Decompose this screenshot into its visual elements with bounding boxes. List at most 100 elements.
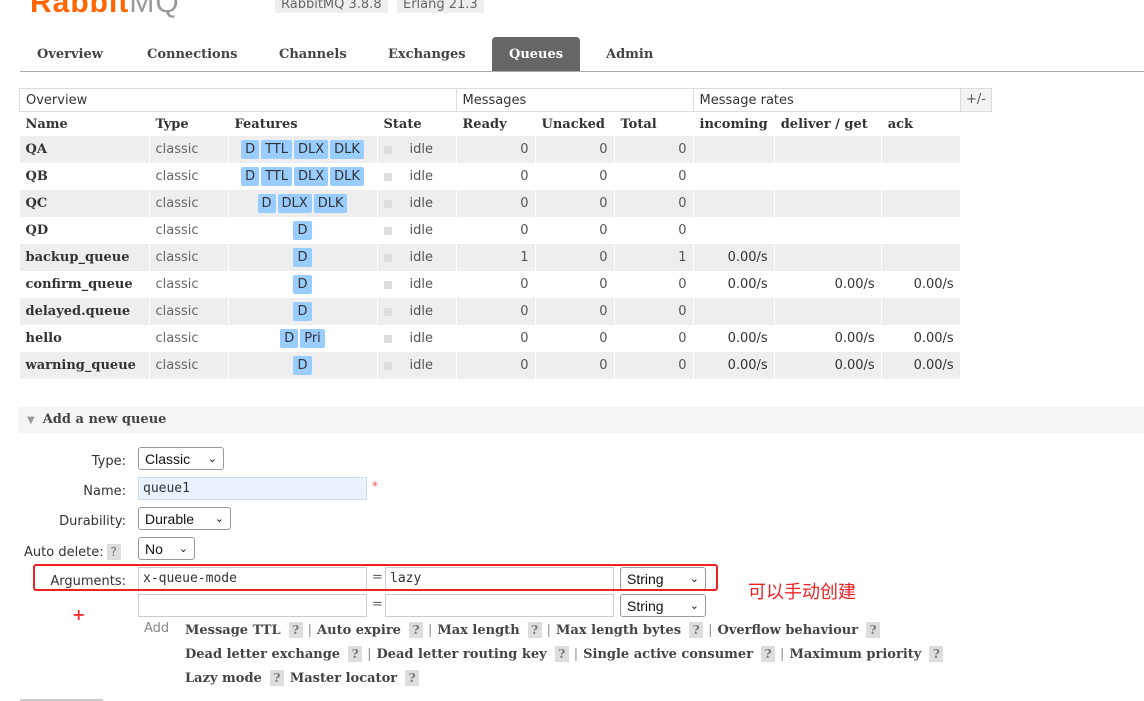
queue-name-link[interactable]: QC <box>19 190 150 217</box>
ack-rate: 0.00/s <box>881 271 961 298</box>
ready-count: 0 <box>456 352 536 379</box>
table-row[interactable]: QA classic D TTL DLX DLK idle 0 0 0 <box>19 136 961 163</box>
erlang-version: Erlang 21.3 <box>397 0 484 13</box>
incoming-rate <box>693 163 775 190</box>
help-icon[interactable]: ? <box>348 646 363 662</box>
highlight-box <box>33 564 718 591</box>
unacked-count: 0 <box>535 325 615 352</box>
quick-arg-link[interactable]: Overflow behaviour <box>718 623 859 638</box>
quick-arg-link[interactable]: Single active consumer <box>583 647 753 662</box>
help-icon[interactable]: ? <box>689 622 704 638</box>
auto-delete-select[interactable]: No ⌄ <box>138 537 195 560</box>
state-indicator-icon <box>383 253 392 262</box>
queue-name-link[interactable]: QB <box>19 163 150 190</box>
tab-exchanges[interactable]: Exchanges <box>371 37 483 72</box>
help-icon[interactable]: ? <box>269 670 284 686</box>
queue-type: classic <box>149 217 229 244</box>
col-type[interactable]: Type <box>149 111 229 136</box>
help-icon[interactable]: ? <box>761 646 776 662</box>
queue-name-link[interactable]: warning_queue <box>19 352 150 379</box>
rabbitmq-logo: RabbitMQTM <box>30 0 180 19</box>
help-icon[interactable]: ? <box>866 622 881 638</box>
argument-value-input-empty[interactable] <box>385 594 614 617</box>
col-deliver-get[interactable]: deliver / get <box>774 111 882 136</box>
incoming-rate: 0.00/s <box>693 352 775 379</box>
col-ready[interactable]: Ready <box>456 111 536 136</box>
deliver-get-rate: 0.00/s <box>774 352 882 379</box>
feature-badge: DLX <box>293 140 329 159</box>
quick-arg-link[interactable]: Maximum priority <box>789 647 921 662</box>
help-icon[interactable]: ? <box>554 646 569 662</box>
table-row[interactable]: QC classic D DLX DLK idle 0 0 0 <box>19 190 961 217</box>
queue-state: idle <box>377 190 457 217</box>
ready-count: 0 <box>456 271 536 298</box>
quick-arg-link[interactable]: Max length <box>437 623 519 638</box>
help-icon[interactable]: ? <box>405 670 420 686</box>
auto-delete-value: No <box>145 541 163 557</box>
add-queue-section-header[interactable]: ▼ Add a new queue <box>19 407 1144 433</box>
col-unacked[interactable]: Unacked <box>535 111 615 136</box>
queue-name-link[interactable]: QD <box>19 217 150 244</box>
col-features[interactable]: Features <box>228 111 378 136</box>
queue-name-input[interactable]: queue1 <box>138 477 367 500</box>
queue-type-select[interactable]: Classic ⌄ <box>138 447 224 470</box>
help-icon[interactable]: ? <box>408 622 423 638</box>
queue-name-link[interactable]: hello <box>19 325 150 352</box>
table-row[interactable]: warning_queue classic Didle 0 0 0 0.00/s 0.00/s… <box>19 352 961 379</box>
help-icon[interactable]: ? <box>929 646 944 662</box>
queue-type-value: Classic <box>145 451 191 467</box>
tab-connections[interactable]: Connections <box>130 37 255 72</box>
total-count: 0 <box>614 136 694 163</box>
state-indicator-icon <box>383 361 392 370</box>
argument-key-input-empty[interactable] <box>138 594 367 617</box>
feature-badge: DLK <box>330 167 364 186</box>
quick-arg-link[interactable]: Dead letter routing key <box>376 647 546 662</box>
queue-name-link[interactable]: QA <box>19 136 150 163</box>
quick-arg-link[interactable]: Auto expire <box>317 623 401 638</box>
col-state[interactable]: State <box>377 111 457 136</box>
quick-arg-link[interactable]: Lazy mode <box>185 671 262 686</box>
queue-name-link[interactable]: backup_queue <box>19 244 150 271</box>
quick-arg-link[interactable]: Master locator <box>290 671 397 686</box>
table-row[interactable]: QB classic D TTL DLX DLK idle 0 0 0 <box>19 163 961 190</box>
table-row[interactable]: hello classic D Pri idle 0 0 0 0.00/s 0.00/s 0.00/… <box>19 325 961 352</box>
table-row[interactable]: delayed.queue classic Didle 0 0 0 <box>19 298 961 325</box>
help-icon[interactable]: ? <box>288 622 303 638</box>
tab-divider <box>20 71 1144 72</box>
tab-channels[interactable]: Channels <box>262 37 364 72</box>
state-text: idle <box>409 331 433 346</box>
tab-admin[interactable]: Admin <box>589 37 670 72</box>
durability-select[interactable]: Durable ⌄ <box>138 507 231 530</box>
queue-features: D Pri <box>228 325 378 352</box>
table-row[interactable]: QD classic Didle 0 0 0 <box>19 217 961 244</box>
quick-arg-link[interactable]: Message TTL <box>185 623 281 638</box>
argument-type-select-empty[interactable]: String ⌄ <box>620 594 706 617</box>
quick-arg-link[interactable]: Dead letter exchange <box>185 647 340 662</box>
incoming-rate <box>693 217 775 244</box>
queue-name-link[interactable]: confirm_queue <box>19 271 150 298</box>
tab-overview[interactable]: Overview <box>20 37 120 72</box>
link-separator: | <box>427 623 433 638</box>
table-row[interactable]: backup_queue classic Didle 1 0 1 0.00/s <box>19 244 961 271</box>
quick-args-row-1: Message TTL? | Auto expire? | Max length? | Ma… <box>185 622 881 638</box>
feature-badge: D <box>241 167 260 186</box>
col-incoming[interactable]: incoming <box>693 111 775 136</box>
help-icon[interactable]: ? <box>106 544 121 560</box>
add-argument-plus-icon[interactable]: + <box>72 605 85 624</box>
col-total[interactable]: Total <box>614 111 694 136</box>
unacked-count: 0 <box>535 298 615 325</box>
ready-count: 0 <box>456 136 536 163</box>
quick-arg-link[interactable]: Max length bytes <box>556 623 681 638</box>
durability-label: Durability: <box>59 514 126 529</box>
help-icon[interactable]: ? <box>527 622 542 638</box>
tab-queues[interactable]: Queues <box>492 37 581 72</box>
col-ack[interactable]: ack <box>881 111 961 136</box>
feature-badge: D <box>293 248 312 267</box>
col-name[interactable]: Name <box>19 111 150 136</box>
feature-badge: D <box>293 221 312 240</box>
columns-toggle-button[interactable]: +/- <box>960 88 992 112</box>
queue-name-link[interactable]: delayed.queue <box>19 298 150 325</box>
total-count: 0 <box>614 217 694 244</box>
table-row[interactable]: confirm_queue classic Didle 0 0 0 0.00/s 0.00/s… <box>19 271 961 298</box>
feature-badge: DLK <box>313 194 348 213</box>
